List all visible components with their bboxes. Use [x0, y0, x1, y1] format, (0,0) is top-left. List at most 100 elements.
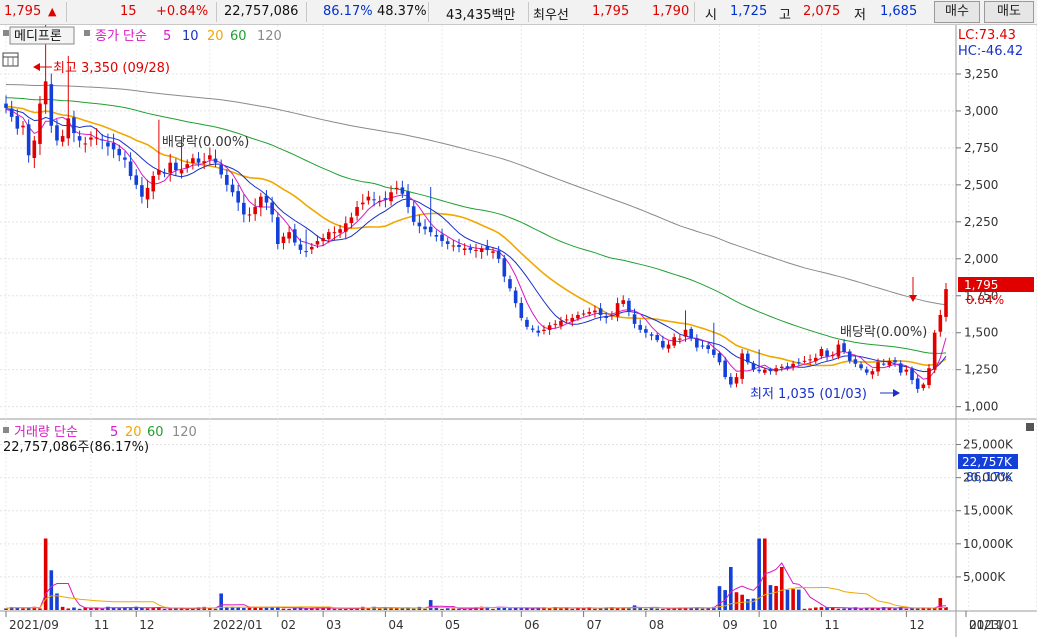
- high-annotation: 최고 3,350 (09/28): [33, 61, 170, 76]
- candle: [576, 314, 580, 319]
- candle: [259, 196, 263, 208]
- candle: [83, 143, 88, 145]
- candle: [598, 308, 603, 315]
- candle: [326, 232, 331, 240]
- volume-bar: [893, 608, 897, 610]
- volume-toggle-icon[interactable]: [3, 427, 9, 433]
- candle: [26, 124, 31, 156]
- candle: [309, 246, 314, 250]
- date-tick-label: 06: [524, 618, 539, 632]
- volume-bar: [332, 608, 337, 610]
- price-tick-label: 3,250: [964, 67, 998, 81]
- candle: [253, 207, 257, 215]
- candle: [740, 353, 744, 379]
- volume-bar: [734, 592, 739, 610]
- candle: [60, 136, 65, 142]
- candle: [428, 226, 433, 233]
- volume-bar: [49, 570, 54, 610]
- date-tick-label: 01/11: [969, 618, 1004, 632]
- legend-ma10: 10: [182, 29, 199, 44]
- volume-bar: [791, 589, 795, 610]
- open-price: 1,725: [730, 4, 768, 19]
- candle: [508, 279, 512, 289]
- lc-label: LC:73.43: [958, 28, 1016, 43]
- volume-bar: [491, 608, 495, 610]
- candle: [445, 241, 450, 245]
- candle: [157, 170, 161, 175]
- volume-bar: [819, 607, 824, 610]
- trade-amount: 43,435백만: [446, 8, 516, 23]
- sell-button[interactable]: 매도: [984, 1, 1034, 23]
- candle: [904, 369, 909, 372]
- candle: [451, 245, 456, 247]
- candle: [717, 353, 722, 363]
- candle: [43, 81, 48, 105]
- volume-bar: [377, 608, 382, 610]
- candle: [32, 140, 37, 158]
- volume-bar: [343, 608, 348, 610]
- candle: [338, 229, 342, 233]
- candle: [38, 103, 42, 144]
- candle: [372, 199, 376, 201]
- candle: [298, 244, 303, 250]
- high-label: 고: [779, 8, 791, 23]
- volume-bar: [117, 608, 122, 610]
- calendar-icon[interactable]: [2, 52, 19, 67]
- candle: [910, 368, 914, 381]
- stock-name: 메디프론: [14, 29, 62, 44]
- panel-toggle-icon[interactable]: [3, 30, 9, 36]
- volume-bar: [66, 608, 71, 610]
- low-price: 1,685: [880, 4, 918, 19]
- candle: [513, 290, 518, 304]
- volume-ratio: 86.17%: [323, 4, 373, 19]
- current-price: 1,795: [4, 4, 42, 19]
- volume-bar: [598, 608, 603, 610]
- volume-tick-label: 25,000K: [963, 438, 1014, 452]
- open-label: 시: [705, 8, 717, 23]
- chart-area[interactable]: 3,250 3,000 2,750 2,500 2,250 2,000 1,750 1,500…: [0, 15, 1037, 637]
- volume-bar: [423, 608, 427, 610]
- candle: [689, 328, 693, 339]
- candle: [411, 206, 416, 222]
- volume-tick-label: 15,000K: [963, 504, 1014, 518]
- dividend-note-2: 배당락(0.00%): [840, 325, 927, 340]
- candle: [830, 354, 835, 356]
- candle: [343, 223, 348, 232]
- candle: [751, 363, 756, 370]
- candle: [712, 349, 716, 355]
- date-tick-label: 11: [824, 618, 839, 632]
- volume-bar: [915, 608, 920, 610]
- low-label: 저: [854, 8, 866, 23]
- candle: [627, 300, 631, 313]
- volume-bar: [796, 589, 801, 610]
- candle: [808, 359, 812, 361]
- candle: [264, 195, 269, 203]
- candle: [564, 319, 569, 321]
- stock-chart[interactable]: 3,2503,0002,7502,5002,2502,0001,7501,500…: [0, 15, 1037, 637]
- volume-tag-value: 22,757K: [962, 455, 1013, 469]
- volume-bar: [259, 607, 263, 610]
- candle: [921, 384, 926, 389]
- quote-bar: 1,795 ▲ 15 +0.84% 22,757,086 86.17% 48.3…: [0, 0, 1037, 25]
- volume-tick-label: 5,000K: [963, 570, 1006, 584]
- price-tick-label: 1,500: [964, 326, 998, 340]
- dividend-note-1: 배당락(0.00%): [162, 135, 249, 150]
- candle: [853, 359, 858, 364]
- volume-bar: [661, 608, 665, 610]
- volume-bar: [185, 609, 190, 610]
- legend-toggle-icon[interactable]: [84, 30, 90, 36]
- vol-legend-ma20: 20: [125, 425, 142, 440]
- candle: [881, 363, 886, 365]
- candle: [802, 360, 807, 362]
- volume-bar: [128, 608, 133, 610]
- candle: [230, 184, 235, 193]
- legend-ma60: 60: [230, 29, 247, 44]
- buy-button[interactable]: 매수: [934, 1, 980, 23]
- candle: [196, 158, 201, 163]
- volume-panel-close-icon[interactable]: [1026, 423, 1034, 431]
- volume-bar: [38, 608, 42, 610]
- candle: [360, 202, 365, 205]
- candle: [938, 314, 943, 332]
- candle: [632, 314, 637, 324]
- volume-bar: [72, 607, 76, 610]
